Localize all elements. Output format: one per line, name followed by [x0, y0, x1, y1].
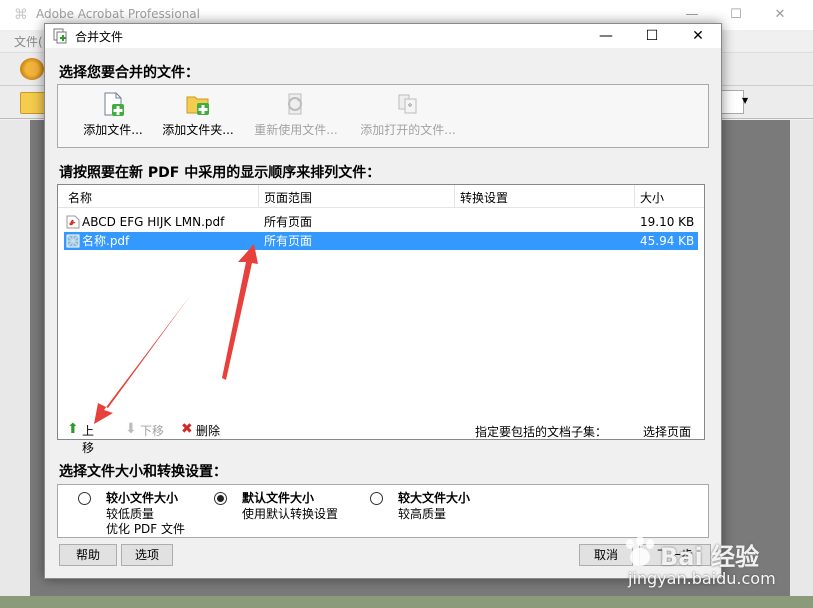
baidu-paw-icon: [626, 536, 654, 566]
baidu-watermark: Bai 经验 jingyan.baidu.com: [620, 535, 810, 595]
watermark-url: jingyan.baidu.com: [628, 569, 776, 588]
arrow-to-selected-row-icon: [222, 244, 258, 380]
watermark-brand: Bai 经验: [660, 543, 760, 571]
annotation-arrows: [94, 244, 258, 424]
arrow-to-move-up-icon: [94, 296, 190, 424]
